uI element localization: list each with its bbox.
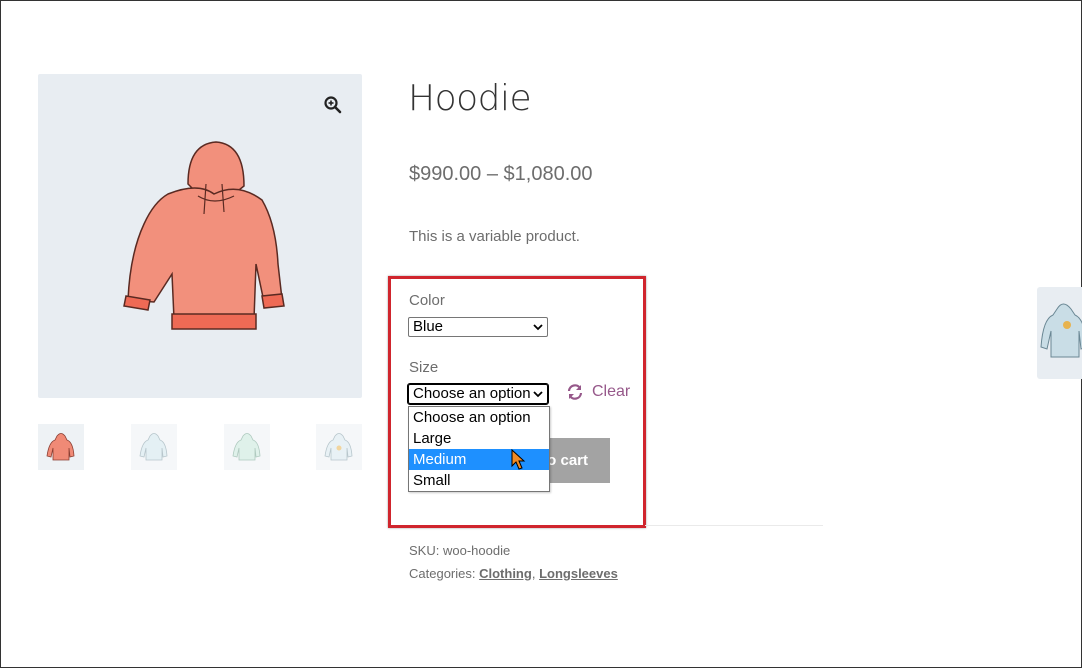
category-separator: ,	[531, 566, 536, 581]
add-to-cart-label: o cart	[547, 452, 588, 469]
hoodie-thumbnail-icon	[139, 433, 168, 461]
chevron-down-icon	[533, 391, 543, 398]
clear-variations-link[interactable]: Clear	[566, 383, 630, 401]
zoom-icon[interactable]	[323, 95, 343, 115]
chevron-down-icon	[533, 324, 543, 331]
hoodie-thumbnail-icon	[1040, 303, 1082, 358]
category-link-longsleeves[interactable]: Longsleeves	[539, 566, 618, 581]
sku-label: SKU:	[409, 543, 440, 558]
size-option[interactable]: Choose an option	[409, 407, 549, 428]
size-label: Size	[409, 359, 439, 376]
hoodie-illustration	[123, 141, 285, 330]
size-option-selected[interactable]: Medium	[409, 449, 549, 470]
hoodie-thumbnail-icon	[46, 433, 75, 461]
product-description: This is a variable product.	[409, 228, 580, 245]
color-select[interactable]: Blue	[408, 317, 548, 337]
thumbnail-pink-hoodie[interactable]	[38, 424, 84, 470]
color-label: Color	[409, 292, 445, 309]
color-select-value: Blue	[413, 318, 444, 335]
refresh-icon	[567, 384, 583, 400]
category-link-clothing[interactable]: Clothing	[479, 566, 532, 581]
sku-value: woo-hoodie	[442, 543, 511, 558]
mouse-cursor-icon	[511, 449, 526, 470]
section-divider	[645, 525, 823, 526]
product-main-image[interactable]	[38, 74, 362, 398]
related-product-card[interactable]	[1037, 287, 1082, 379]
thumbnail-blue-logo-hoodie[interactable]	[316, 424, 362, 470]
hoodie-thumbnail-icon	[324, 433, 353, 461]
size-option[interactable]: Large	[409, 428, 549, 449]
thumbnail-blue-hoodie[interactable]	[131, 424, 177, 470]
product-categories: Categories: Clothing, Longsleeves	[409, 566, 618, 581]
size-option[interactable]: Small	[409, 470, 549, 491]
thumbnail-green-hoodie[interactable]	[224, 424, 270, 470]
size-select[interactable]: Choose an option	[407, 383, 549, 405]
product-price: $990.00 – $1,080.00	[409, 163, 593, 185]
product-sku: SKU: woo-hoodie	[409, 543, 510, 558]
clear-label: Clear	[592, 383, 631, 400]
size-dropdown-list: Choose an option Large Medium Small	[408, 406, 550, 492]
hoodie-thumbnail-icon	[232, 433, 261, 461]
product-title: Hoodie	[408, 78, 532, 119]
categories-label: Categories:	[409, 566, 476, 581]
size-select-value: Choose an option	[413, 385, 531, 402]
